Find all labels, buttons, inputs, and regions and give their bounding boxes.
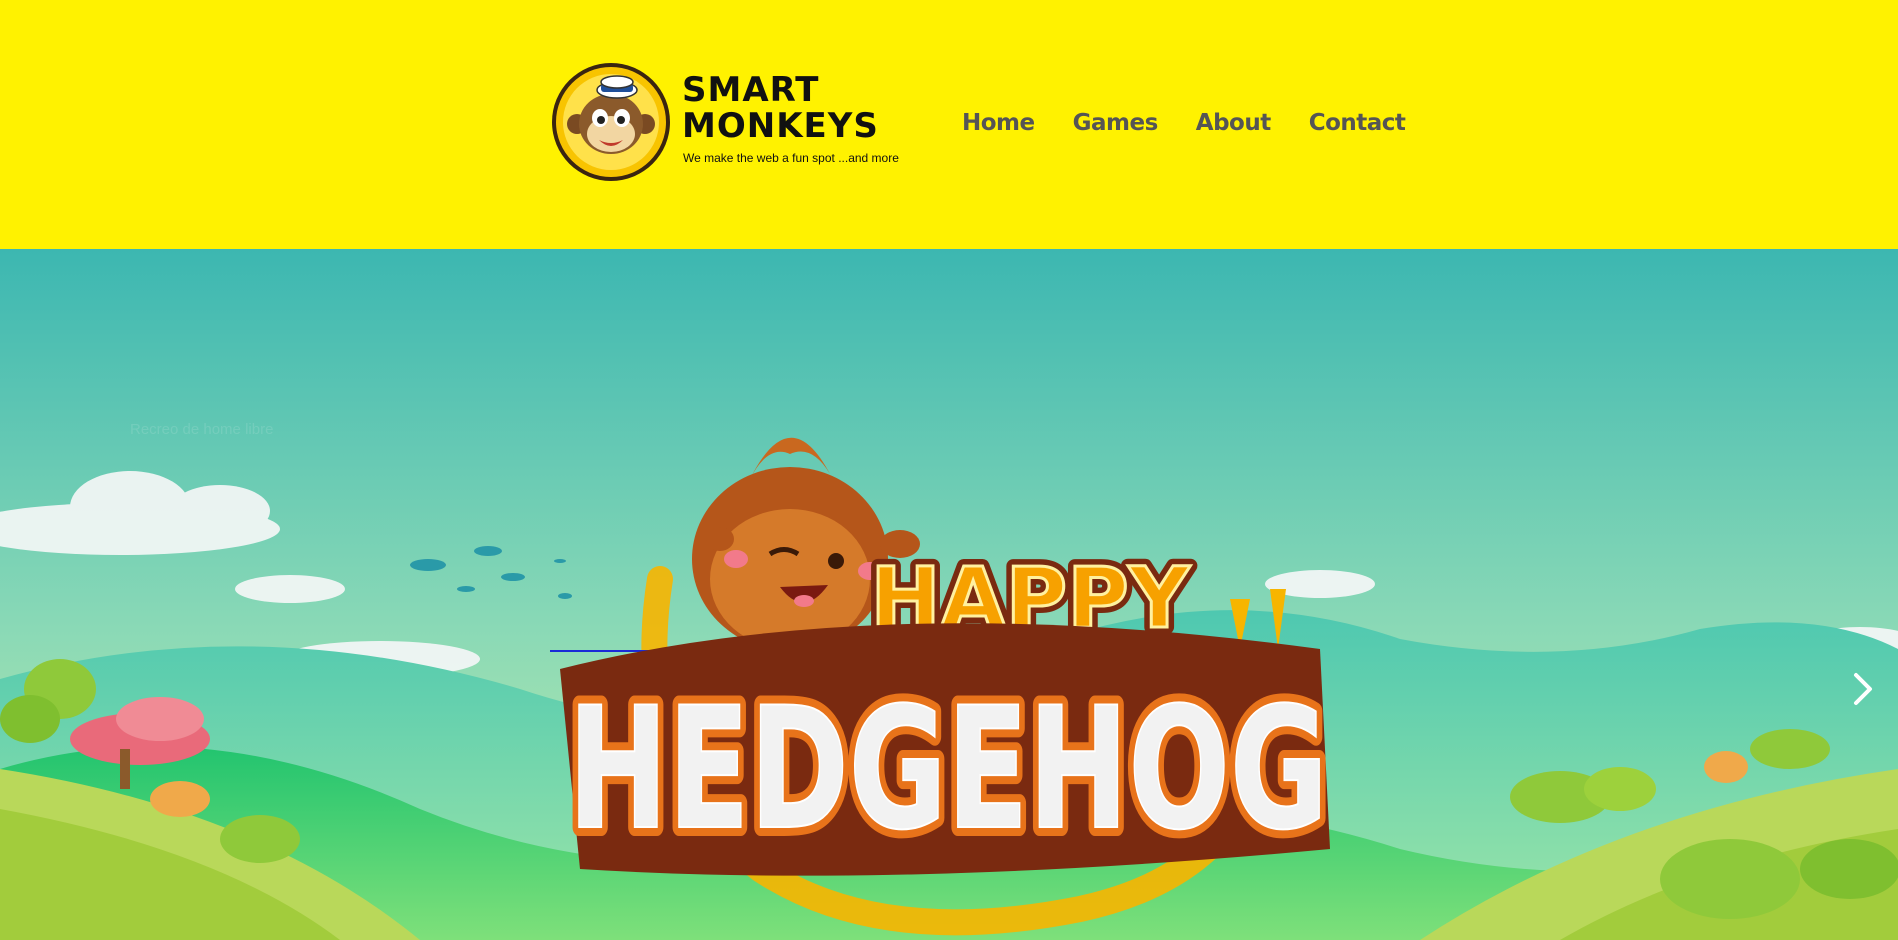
nav-home[interactable]: Home (962, 110, 1035, 136)
hero-background: HAPPY HAPPY HEDGEHOG HEDGEHOG (0, 249, 1898, 940)
logo-tagline: We make the web a fun spot ...and more (683, 151, 899, 165)
nav-contact[interactable]: Contact (1309, 110, 1406, 136)
hero-caption: Recreo de home libre (130, 421, 274, 438)
game-title-hedgehog: HEDGEHOG HEDGEHOG (559, 623, 1337, 876)
site-header: SMART MONKEYS We make the web a fun spot… (0, 0, 1898, 249)
hero-slider: HAPPY HAPPY HEDGEHOG HEDGEHOG Recreo de … (0, 249, 1898, 940)
slider-next-button[interactable] (1842, 659, 1882, 719)
logo-title-line2: MONKEYS (682, 106, 879, 146)
chevron-right-icon (1854, 673, 1872, 705)
monkey-sailor-icon (552, 63, 670, 181)
logo-title: SMART MONKEYS (682, 72, 882, 144)
logo-link[interactable]: SMART MONKEYS We make the web a fun spot… (551, 60, 899, 186)
nav-about[interactable]: About (1196, 110, 1271, 136)
main-nav: Home Games About Contact (962, 110, 1443, 136)
svg-text:HEDGEHOG: HEDGEHOG (568, 671, 1328, 867)
logo-title-line1: SMART (682, 70, 820, 110)
nav-games[interactable]: Games (1073, 110, 1159, 136)
